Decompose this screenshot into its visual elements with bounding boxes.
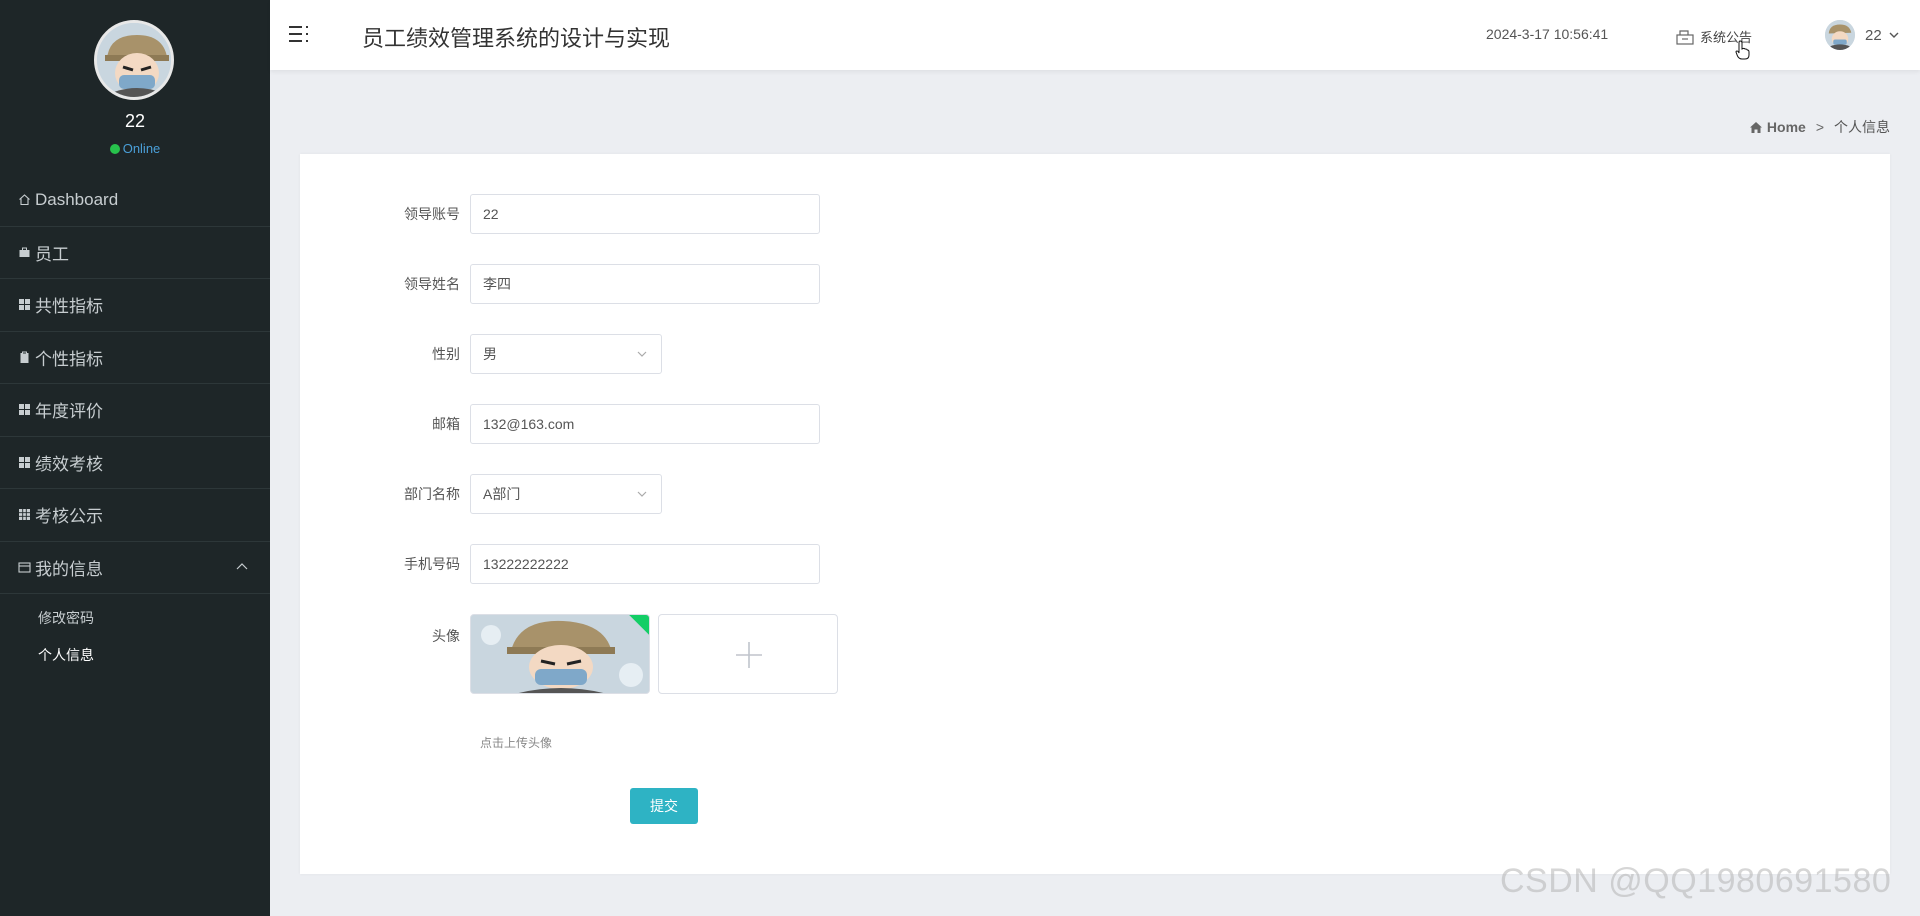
user-dropdown[interactable]: 22 <box>1825 20 1900 50</box>
label-email: 邮箱 <box>432 416 460 432</box>
gender-value: 男 <box>483 346 497 362</box>
my-info-submenu: 修改密码 个人信息 <box>0 594 270 674</box>
sidebar-subitem-profile[interactable]: 个人信息 <box>0 637 270 674</box>
sidebar-item-label: 员工 <box>35 244 69 264</box>
online-dot-icon <box>109 144 120 154</box>
chevron-up-icon <box>236 562 248 569</box>
datetime: 2024-3-17 10:56:41 <box>1486 26 1609 42</box>
form-row-account: 领导账号 22 <box>300 194 820 234</box>
form-row-department: 部门名称 A部门 <box>300 474 662 514</box>
form-row-email: 邮箱 132@163.com <box>300 404 820 444</box>
sidebar-item-label: 考核公示 <box>35 507 103 527</box>
sidebar-user-name: 22 <box>124 111 146 131</box>
sidebar-item-annual-review[interactable]: 年度评价 <box>0 384 270 437</box>
top-header: 员工绩效管理系统的设计与实现 2024-3-17 10:56:41 系统公告 2… <box>270 0 1920 70</box>
submit-button[interactable]: 提交 <box>630 788 698 824</box>
sidebar-item-common-indicators[interactable]: 共性指标 <box>0 279 270 332</box>
grid-icon <box>19 456 30 468</box>
form-row-gender: 性别 男 <box>300 334 662 374</box>
label-avatar: 头像 <box>432 628 460 644</box>
header-avatar <box>1825 20 1855 50</box>
phone-input[interactable]: 13222222222 <box>470 544 820 584</box>
briefcase-icon <box>19 247 30 257</box>
breadcrumb-current: 个人信息 <box>1834 119 1890 135</box>
label-gender: 性别 <box>432 346 460 362</box>
sidebar-menu: Dashboard 员工 共性指标 个性指标 年度评价 绩效考核 考核公示 我的… <box>0 174 270 674</box>
chevron-down-icon <box>637 351 647 357</box>
sidebar-item-dashboard[interactable]: Dashboard <box>0 174 270 227</box>
label-leader-account: 领导账号 <box>404 206 460 222</box>
department-select[interactable]: A部门 <box>470 474 662 514</box>
sidebar-item-label: 年度评价 <box>35 402 103 422</box>
avatar-upload-row: 头像 <box>300 614 838 694</box>
avatar-upload-button[interactable] <box>658 614 838 694</box>
email-input[interactable]: 132@163.com <box>470 404 820 444</box>
upload-hint: 点击上传头像 <box>480 736 553 750</box>
sidebar-item-label: Dashboard <box>35 189 119 209</box>
table-icon <box>19 509 30 521</box>
chevron-down-icon <box>637 491 647 497</box>
plus-icon <box>736 642 762 668</box>
department-value: A部门 <box>483 486 521 502</box>
id-card-icon <box>18 562 31 573</box>
header-user-name: 22 <box>1865 26 1882 44</box>
breadcrumb: Home > 个人信息 <box>1749 117 1890 137</box>
leader-account-input[interactable]: 22 <box>470 194 820 234</box>
label-department: 部门名称 <box>404 486 460 502</box>
app-title: 员工绩效管理系统的设计与实现 <box>362 26 671 51</box>
sidebar: 22 Online Dashboard 员工 共性指标 个性指标 年度评价 绩效… <box>0 0 270 916</box>
label-leader-name: 领导姓名 <box>404 276 460 292</box>
chevron-down-icon <box>1889 32 1899 38</box>
grid-icon <box>19 299 30 311</box>
breadcrumb-home[interactable]: Home <box>1767 119 1806 135</box>
sidebar-avatar[interactable] <box>94 20 174 100</box>
clipboard-icon <box>20 351 29 363</box>
mouse-pointer-icon <box>1735 40 1750 60</box>
sidebar-item-employee[interactable]: 员工 <box>0 227 270 279</box>
sidebar-subitem-change-password[interactable]: 修改密码 <box>0 600 270 637</box>
menu-toggle-icon[interactable] <box>288 24 310 44</box>
user-status: Online <box>0 141 270 156</box>
form-row-name: 领导姓名 李四 <box>300 264 820 304</box>
sidebar-item-label: 共性指标 <box>35 297 103 317</box>
sidebar-item-personal-indicators[interactable]: 个性指标 <box>0 332 270 384</box>
form-row-phone: 手机号码 13222222222 <box>300 544 820 584</box>
grid-icon <box>19 404 30 416</box>
notice-icon <box>1676 29 1694 45</box>
sidebar-item-my-info[interactable]: 我的信息 <box>0 542 270 594</box>
label-phone: 手机号码 <box>404 556 460 572</box>
sidebar-item-publicity[interactable]: 考核公示 <box>0 489 270 542</box>
home-icon <box>1749 121 1762 133</box>
avatar-thumbnail[interactable] <box>470 614 650 694</box>
watermark: CSDN @QQ1980691580 <box>1500 862 1892 900</box>
gender-select[interactable]: 男 <box>470 334 662 374</box>
leader-name-input[interactable]: 李四 <box>470 264 820 304</box>
home-icon <box>19 194 30 206</box>
breadcrumb-separator: > <box>1815 119 1824 135</box>
profile-panel: 领导账号 22 领导姓名 李四 性别 男 邮箱 132@163.com 部门名称… <box>300 154 1890 874</box>
sidebar-item-label: 我的信息 <box>35 559 103 579</box>
sidebar-item-label: 个性指标 <box>35 349 103 369</box>
sidebar-item-label: 绩效考核 <box>35 454 103 474</box>
sidebar-item-performance[interactable]: 绩效考核 <box>0 437 270 489</box>
user-status-text: Online <box>122 141 161 156</box>
